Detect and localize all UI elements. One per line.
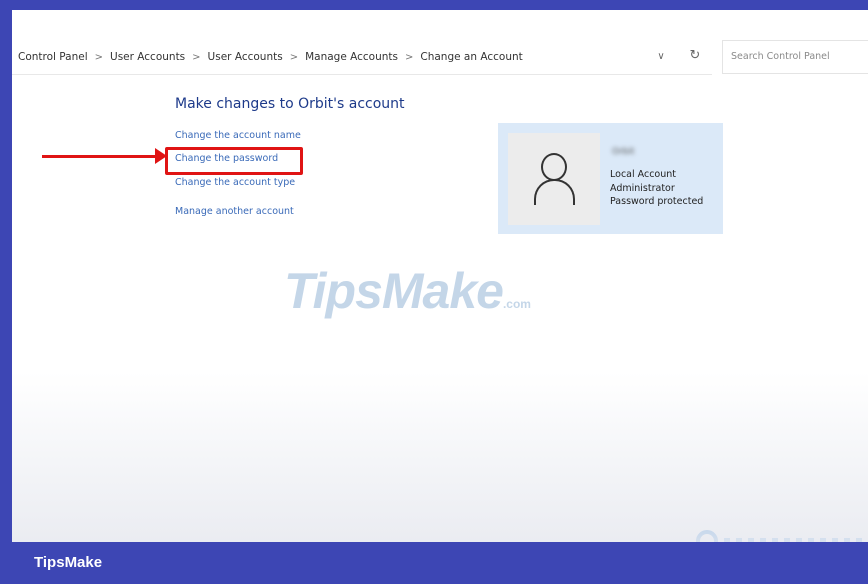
account-card: Orbit Local Account Administrator Passwo… [498,123,723,234]
change-account-type-link[interactable]: Change the account type [175,177,295,188]
pointer-arrow-shaft [42,155,158,158]
breadcrumb-separator: > [94,51,104,63]
pointer-arrow-icon [155,148,167,164]
breadcrumb-control-panel[interactable]: Control Panel [18,51,88,63]
highlight-box [165,147,303,175]
manage-another-account-link[interactable]: Manage another account [175,206,294,217]
account-password-status: Password protected [610,196,704,207]
avatar [508,133,600,225]
corner-logo-icon [696,530,718,542]
page-title: Make changes to Orbit's account [175,96,405,112]
user-icon [541,153,567,181]
change-account-name-link[interactable]: Change the account name [175,130,301,141]
watermark-logo: TipsMake.com [284,263,531,319]
breadcrumb-separator: > [192,51,201,63]
breadcrumb-manage-accounts[interactable]: Manage Accounts [305,51,398,63]
refresh-icon: ↻ [689,48,701,63]
account-role-text: Administrator [610,182,675,194]
account-type-text: Local Account [610,169,676,180]
address-history-button[interactable]: ∨ [652,48,670,66]
search-input[interactable]: Search Control Panel [722,40,868,74]
account-name: Orbit [612,147,635,157]
breadcrumb-separator: > [289,51,299,63]
breadcrumb: Control Panel > User Accounts > User Acc… [12,51,523,63]
footer-bar: TipsMake [0,542,868,584]
user-icon-body [534,179,575,205]
breadcrumb-user-accounts[interactable]: User Accounts [110,51,185,63]
footer-brand: TipsMake [34,554,103,571]
chevron-down-icon: ∨ [657,51,665,62]
breadcrumb-change-account[interactable]: Change an Account [420,51,522,63]
account-details: Local Account Administrator Password pro… [610,168,703,209]
control-panel-window: Control Panel > User Accounts > User Acc… [12,10,868,542]
breadcrumb-separator: > [405,51,414,63]
breadcrumb-user-accounts-sub[interactable]: User Accounts [208,51,283,63]
address-bar[interactable]: Control Panel > User Accounts > User Acc… [12,40,712,75]
refresh-button[interactable]: ↻ [686,47,704,65]
